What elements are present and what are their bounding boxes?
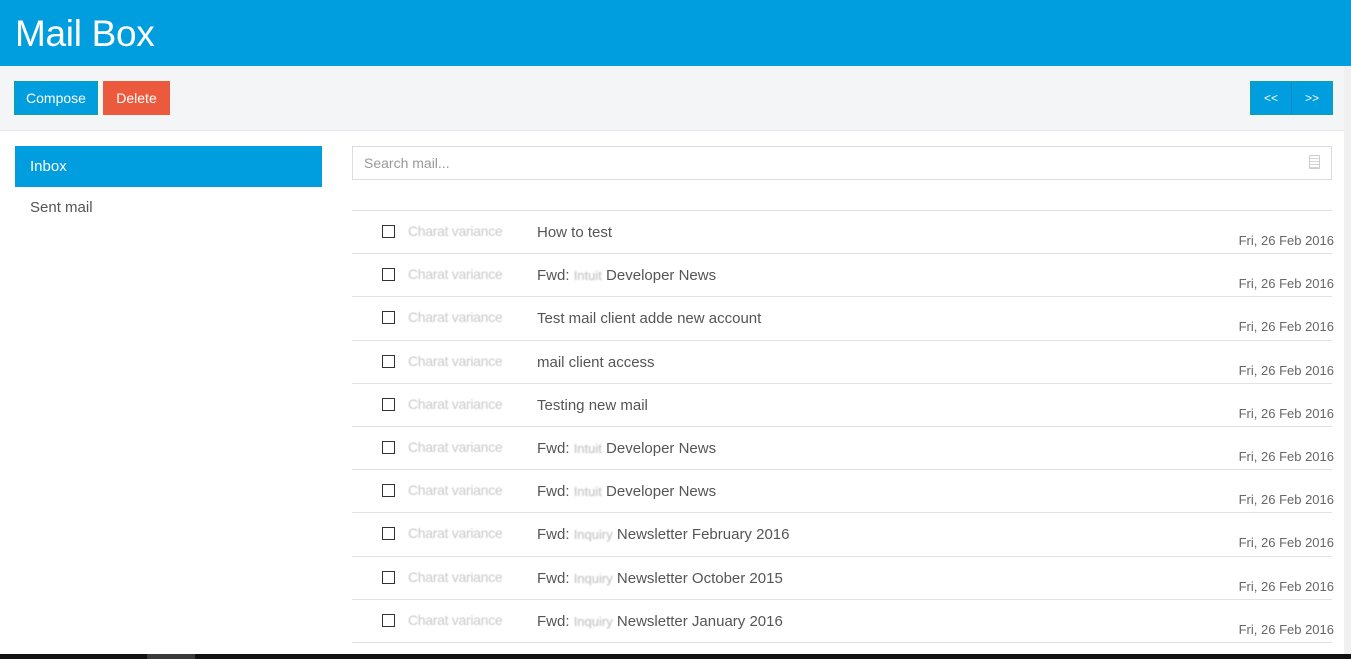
mail-row[interactable]: Charat variance Testing new mail Fri, 26 F… [352, 384, 1334, 427]
compose-button[interactable]: Compose [14, 81, 98, 115]
subject-text: How to test [537, 224, 613, 241]
mail-date: Fri, 26 Feb 2016 [1238, 535, 1334, 551]
mail-row[interactable]: Charat variance Fwd: Inquiry Newsletter F… [352, 513, 1334, 557]
subject-redacted: Inquiry [573, 613, 613, 629]
mail-checkbox[interactable] [382, 613, 395, 627]
mail-sender: Charat variance [408, 352, 503, 369]
subject-text: Developer News [606, 439, 717, 457]
page-title: Mail Box [15, 13, 155, 54]
mail-row[interactable]: Charat variance Fwd: Inquiry Newsletter O… [352, 557, 1334, 600]
pagination: << >> [1250, 81, 1333, 115]
mail-date: Fri, 26 Feb 2016 [1238, 621, 1334, 637]
horizontal-scrollbar[interactable] [0, 654, 1351, 659]
mail-sender: Charat variance [408, 266, 503, 283]
subject-redacted: Inquiry [573, 570, 613, 586]
subject-text: Newsletter January 2016 [616, 612, 783, 630]
mail-date: Fri, 26 Feb 2016 [1238, 276, 1334, 292]
mail-sender: Charat variance [408, 611, 503, 628]
search-input[interactable] [353, 147, 1331, 179]
mail-subject[interactable]: Fwd: Inquiry Newsletter February 2016 [537, 526, 789, 543]
mail-row[interactable]: Charat variance Fwd: Intuit Developer New… [352, 470, 1334, 514]
subject-text: Testing new mail [537, 396, 648, 414]
mail-date: Fri, 26 Feb 2016 [1238, 578, 1334, 594]
subject-prefix: Fwd: [537, 526, 570, 544]
mail-sender: Charat variance [408, 309, 503, 326]
sidebar: Inbox Sent mail [15, 146, 322, 228]
mail-date: Fri, 26 Feb 2016 [1238, 319, 1334, 335]
notepad-icon[interactable] [1309, 155, 1320, 169]
mail-sender: Charat variance [408, 568, 503, 585]
mail-subject[interactable]: mail client access [537, 354, 655, 371]
mail-subject[interactable]: Fwd: Intuit Developer News [537, 440, 716, 457]
subject-text: Developer News [606, 483, 717, 501]
subject-redacted: Intuit [573, 268, 602, 284]
subject-redacted: Inquiry [573, 527, 613, 543]
mail-row[interactable]: Charat variance How to test Fri, 26 Feb 20… [352, 211, 1334, 255]
sidebar-item-sent-mail[interactable]: Sent mail [15, 187, 322, 228]
mail-date: Fri, 26 Feb 2016 [1238, 448, 1334, 464]
mail-checkbox[interactable] [382, 527, 395, 541]
scrollbar-thumb[interactable] [147, 654, 195, 659]
subject-text: Developer News [606, 267, 717, 285]
mail-checkbox[interactable] [382, 311, 395, 325]
sidebar-item-inbox[interactable]: Inbox [15, 146, 322, 187]
subject-prefix: Fwd: [537, 612, 570, 630]
subject-text: Test mail client adde new account [537, 310, 762, 328]
subject-prefix: Fwd: [537, 439, 570, 457]
mail-checkbox[interactable] [382, 484, 395, 498]
mail-row[interactable]: Charat variance Fwd: Intuit Developer New… [352, 254, 1334, 298]
mail-subject[interactable]: Fwd: Intuit Developer News [537, 483, 716, 500]
subject-text: Newsletter February 2016 [616, 526, 790, 544]
mail-subject[interactable]: Testing new mail [537, 397, 648, 414]
subject-prefix: Fwd: [537, 483, 570, 501]
mail-date: Fri, 26 Feb 2016 [1238, 362, 1334, 378]
search-box [352, 146, 1332, 180]
mail-checkbox[interactable] [382, 397, 395, 411]
subject-redacted: Intuit [573, 484, 602, 500]
mail-sender: Charat variance [408, 438, 503, 455]
subject-prefix: Fwd: [537, 267, 570, 285]
mail-subject[interactable]: How to test [537, 224, 612, 241]
delete-button[interactable]: Delete [103, 81, 170, 115]
mail-row[interactable]: Charat variance Fwd: Inquiry Newsletter J… [352, 600, 1334, 643]
mail-date: Fri, 26 Feb 2016 [1238, 233, 1334, 248]
mail-sender: Charat variance [408, 395, 503, 412]
subject-redacted: Intuit [573, 440, 602, 456]
vertical-scrollbar[interactable] [1344, 66, 1351, 654]
mail-checkbox[interactable] [382, 440, 395, 454]
mail-date: Fri, 26 Feb 2016 [1238, 405, 1334, 421]
subject-text: Newsletter October 2015 [616, 569, 783, 587]
mail-row[interactable]: Charat variance Fwd: Intuit Developer New… [352, 427, 1334, 471]
mail-row[interactable]: Charat variance Test mail client adde new… [352, 297, 1334, 341]
mail-subject[interactable]: Fwd: Intuit Developer News [537, 267, 716, 284]
mail-sender: Charat variance [408, 525, 503, 542]
toolbar: Compose Delete << >> [0, 66, 1351, 131]
mail-list: Charat variance How to test Fri, 26 Feb 20… [352, 210, 1334, 643]
mail-subject[interactable]: Fwd: Inquiry Newsletter January 2016 [537, 613, 783, 630]
mail-checkbox[interactable] [382, 570, 395, 584]
prev-page-button[interactable]: << [1251, 82, 1291, 114]
next-page-button[interactable]: >> [1291, 82, 1332, 114]
mail-checkbox[interactable] [382, 268, 395, 282]
subject-text: mail client access [537, 353, 655, 371]
mail-date: Fri, 26 Feb 2016 [1238, 492, 1334, 508]
mail-sender: Charat variance [408, 223, 503, 239]
mail-sender: Charat variance [408, 482, 503, 499]
mail-checkbox[interactable] [382, 225, 395, 238]
mail-subject[interactable]: Test mail client adde new account [537, 310, 761, 327]
app-header: Mail Box [0, 0, 1351, 66]
mail-row[interactable]: Charat variance mail client access Fri, 26… [352, 341, 1334, 384]
subject-prefix: Fwd: [537, 569, 570, 587]
mail-checkbox[interactable] [382, 354, 395, 368]
mail-subject[interactable]: Fwd: Inquiry Newsletter October 2015 [537, 570, 783, 587]
